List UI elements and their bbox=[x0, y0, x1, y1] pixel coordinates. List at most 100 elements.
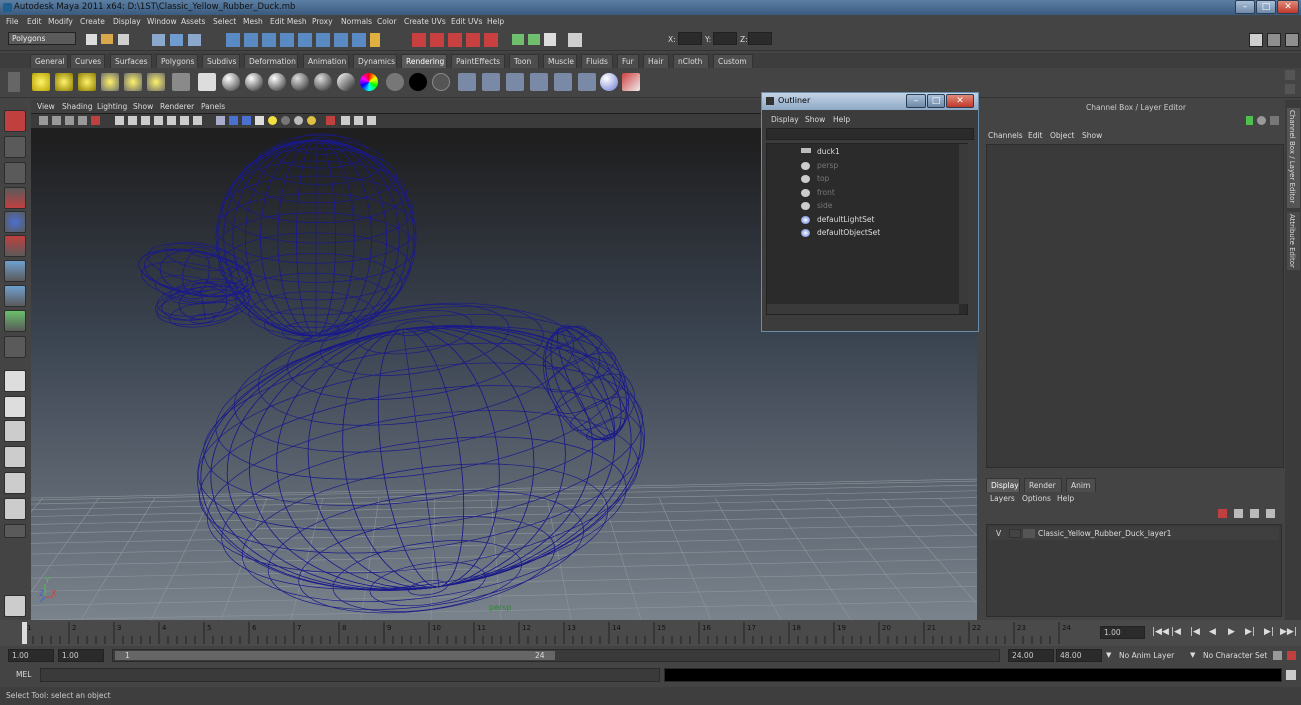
snap-plane-icon[interactable] bbox=[280, 33, 294, 47]
side-tab-channel-box[interactable]: Channel Box / Layer Editor bbox=[1287, 108, 1300, 208]
shelf-tab-muscle[interactable]: Muscle bbox=[543, 54, 577, 68]
layout-uv-icon[interactable] bbox=[4, 498, 26, 520]
menu-help[interactable]: Help bbox=[487, 17, 504, 26]
animation-end-field[interactable]: 48.00 bbox=[1056, 649, 1102, 662]
anisotropic-material-icon[interactable] bbox=[314, 73, 332, 91]
shelf-tab-hair[interactable]: Hair bbox=[643, 54, 669, 68]
shelf-tab-general[interactable]: General bbox=[30, 54, 68, 68]
mode-select[interactable]: Polygons bbox=[8, 32, 76, 45]
outliner-item[interactable]: defaultLightSet bbox=[817, 215, 874, 224]
layer-tab-render[interactable]: Render bbox=[1024, 478, 1062, 492]
layer-color-swatch[interactable] bbox=[1023, 529, 1035, 538]
rotate-tool-icon[interactable] bbox=[4, 211, 26, 233]
phonge-material-icon[interactable] bbox=[291, 73, 309, 91]
layout-four-icon[interactable] bbox=[4, 396, 26, 418]
layered-shader-icon[interactable] bbox=[432, 73, 450, 91]
layout-single-icon[interactable] bbox=[4, 370, 26, 392]
point-light-icon[interactable] bbox=[78, 73, 96, 91]
resolution-gate-icon[interactable] bbox=[141, 116, 150, 125]
menu-edit-mesh[interactable]: Edit Mesh bbox=[270, 17, 307, 26]
safe-title-icon[interactable] bbox=[193, 116, 202, 125]
field-chart-icon[interactable] bbox=[167, 116, 176, 125]
show-manip-icon[interactable] bbox=[4, 310, 26, 332]
anim-layer-select[interactable]: No Anim Layer bbox=[1119, 651, 1174, 660]
layer-editor-toggle-icon[interactable] bbox=[1267, 33, 1281, 47]
go-to-end-icon[interactable]: ▶▶| bbox=[1280, 627, 1297, 637]
paint-select-tool-icon[interactable] bbox=[4, 162, 26, 184]
ambient-light-icon[interactable] bbox=[32, 73, 50, 91]
key-icon[interactable] bbox=[1246, 116, 1253, 125]
viewport-menu-view[interactable]: View bbox=[37, 102, 55, 111]
channel-list[interactable] bbox=[986, 144, 1284, 468]
menu-window[interactable]: Window bbox=[147, 17, 177, 26]
texture-5-icon[interactable] bbox=[554, 73, 572, 91]
safe-action-icon[interactable] bbox=[180, 116, 189, 125]
new-scene-icon[interactable] bbox=[86, 34, 97, 45]
current-time-field[interactable]: 1.00 bbox=[1100, 626, 1145, 639]
menu-edit-uvs[interactable]: Edit UVs bbox=[451, 17, 482, 26]
camera-attributes-icon[interactable] bbox=[39, 116, 48, 125]
animation-start-field[interactable]: 1.00 bbox=[8, 649, 54, 662]
open-scene-icon[interactable] bbox=[101, 34, 113, 44]
use-all-lights-icon[interactable] bbox=[268, 116, 277, 125]
shelf-scroll-down-icon[interactable] bbox=[1285, 84, 1295, 94]
outliner-vertical-scrollbar[interactable] bbox=[959, 144, 968, 304]
auto-key-icon[interactable] bbox=[1273, 651, 1282, 660]
playback-end-field[interactable]: 24.00 bbox=[1008, 649, 1054, 662]
film-gate-icon[interactable] bbox=[128, 116, 137, 125]
shelf-tab-dynamics[interactable]: Dynamics bbox=[353, 54, 397, 68]
viewport-menu-panels[interactable]: Panels bbox=[201, 102, 225, 111]
texture-2-icon[interactable] bbox=[482, 73, 500, 91]
channel-box-menu-edit[interactable]: Edit bbox=[1028, 131, 1043, 140]
paint-brush-icon[interactable] bbox=[622, 73, 640, 91]
two-d-pan-icon[interactable] bbox=[78, 116, 87, 125]
menu-select[interactable]: Select bbox=[213, 17, 236, 26]
isolate-select-icon[interactable] bbox=[326, 116, 335, 125]
time-ruler[interactable]: 1 2 3 4 5 6 7 8 9 10 11 12 13 14 15 16 17 18 19 20 21 22 23 24 bbox=[10, 620, 1095, 646]
layer-tab-anim[interactable]: Anim bbox=[1066, 478, 1096, 492]
xray-joints-icon[interactable] bbox=[354, 116, 363, 125]
menu-assets[interactable]: Assets bbox=[181, 17, 205, 26]
outliner-minimize-button[interactable]: – bbox=[906, 94, 926, 108]
help-input-icon[interactable] bbox=[352, 33, 366, 47]
surface-shader-icon[interactable] bbox=[386, 73, 404, 91]
viewport-menu-lighting[interactable]: Lighting bbox=[97, 102, 127, 111]
shelf-tab-ncloth[interactable]: nCloth bbox=[673, 54, 709, 68]
attribute-editor-toggle-icon[interactable] bbox=[1285, 33, 1299, 47]
layout-custom-icon[interactable] bbox=[4, 595, 26, 617]
shelf-tab-custom[interactable]: Custom bbox=[713, 54, 753, 68]
char-set-select[interactable]: No Character Set bbox=[1203, 651, 1267, 660]
menu-modify[interactable]: Modify bbox=[48, 17, 73, 26]
gate-mask-icon[interactable] bbox=[154, 116, 163, 125]
camera-bookmark-icon[interactable] bbox=[52, 116, 61, 125]
viewport-menu-shading[interactable]: Shading bbox=[62, 102, 92, 111]
z-field[interactable] bbox=[748, 32, 772, 45]
ramp-material-icon[interactable] bbox=[337, 73, 355, 91]
hypershade-icon[interactable] bbox=[466, 33, 480, 47]
snap-grid-icon[interactable] bbox=[226, 33, 240, 47]
spot-light-icon[interactable] bbox=[101, 73, 119, 91]
channel-settings-icon[interactable] bbox=[1257, 116, 1266, 125]
x-field[interactable] bbox=[678, 32, 702, 45]
go-to-start-icon[interactable]: |◀◀ bbox=[1152, 627, 1169, 637]
outliner-title-bar[interactable]: Outliner – □ ✕ bbox=[762, 93, 978, 110]
menu-color[interactable]: Color bbox=[377, 17, 397, 26]
layer-menu-layers[interactable]: Layers bbox=[990, 494, 1015, 503]
layer-menu-options[interactable]: Options bbox=[1022, 494, 1051, 503]
animation-preferences-icon[interactable] bbox=[1287, 651, 1296, 660]
side-tab-attribute-editor[interactable]: Attribute Editor bbox=[1287, 212, 1300, 270]
shelf-tab-polygons[interactable]: Polygons bbox=[156, 54, 198, 68]
save-scene-icon[interactable] bbox=[118, 34, 129, 45]
shelf-tab-painteffects[interactable]: PaintEffects bbox=[451, 54, 505, 68]
step-forward-key-icon[interactable]: ▶| bbox=[1264, 627, 1274, 637]
step-back-frame-icon[interactable]: |◀ bbox=[1190, 627, 1200, 637]
image-plane-icon[interactable] bbox=[65, 116, 74, 125]
layer-list[interactable]: V Classic_Yellow_Rubber_Duck_layer1 bbox=[986, 524, 1282, 617]
camera-icon[interactable] bbox=[172, 73, 190, 91]
ipr-render-icon[interactable] bbox=[430, 33, 444, 47]
menu-file[interactable]: File bbox=[6, 17, 19, 26]
universal-manip-icon[interactable] bbox=[4, 260, 26, 282]
layer-type-toggle[interactable] bbox=[1009, 529, 1021, 538]
shadows-icon[interactable] bbox=[281, 116, 290, 125]
absolute-transform-icon[interactable] bbox=[568, 33, 582, 47]
